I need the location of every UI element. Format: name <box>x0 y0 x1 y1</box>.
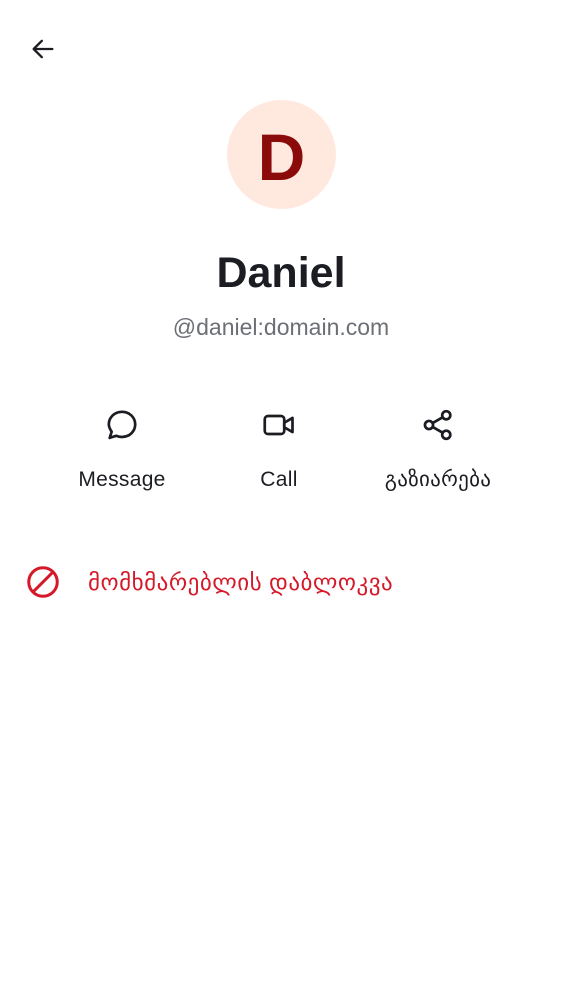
call-button[interactable]: Call <box>199 400 359 500</box>
user-id: @daniel:domain.com <box>172 314 390 340</box>
video-camera-icon <box>259 405 299 445</box>
share-button[interactable]: გაზიარება <box>358 400 518 500</box>
arrow-left-icon <box>29 35 57 68</box>
block-icon <box>25 564 61 600</box>
avatar-initial: D <box>257 119 306 194</box>
chat-bubble-icon <box>102 405 142 445</box>
avatar[interactable]: D <box>227 100 336 209</box>
message-button[interactable]: Message <box>42 400 202 500</box>
message-label: Message <box>78 468 166 491</box>
share-icon <box>418 405 458 445</box>
user-profile-screen: D Daniel @daniel:domain.com Message Call <box>0 0 562 1000</box>
call-label: Call <box>260 468 298 491</box>
display-name: Daniel <box>216 249 346 297</box>
share-label: გაზიარება <box>384 468 492 491</box>
block-user-label: მომხმარებლის დაბლოკვა <box>88 569 394 595</box>
back-button[interactable] <box>22 30 64 72</box>
block-user-button[interactable]: მომხმარებლის დაბლოკვა <box>0 552 562 612</box>
